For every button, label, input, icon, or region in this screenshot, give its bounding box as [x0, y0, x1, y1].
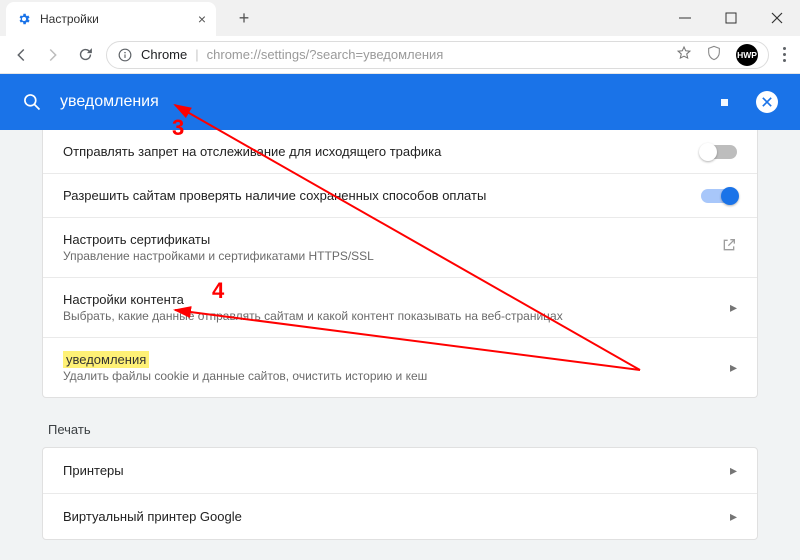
settings-search-bar: [0, 74, 800, 130]
site-label: Chrome: [141, 47, 187, 62]
toggle-off[interactable]: [701, 145, 737, 159]
back-button[interactable]: [10, 44, 32, 66]
window-titlebar: Настройки × +: [0, 0, 800, 36]
site-info-icon[interactable]: [117, 47, 133, 63]
forward-button[interactable]: [42, 44, 64, 66]
row-content-settings[interactable]: Настройки контента Выбрать, какие данные…: [43, 277, 757, 337]
url-text: chrome://settings/?search=уведомления: [207, 47, 444, 62]
address-bar[interactable]: Chrome | chrome://settings/?search=уведо…: [106, 41, 769, 69]
row-cloud-print[interactable]: Виртуальный принтер Google ▸: [43, 493, 757, 539]
row-subtitle: Удалить файлы cookie и данные сайтов, оч…: [63, 369, 718, 383]
row-title: Разрешить сайтам проверять наличие сохра…: [63, 188, 701, 203]
chevron-right-icon: ▸: [730, 462, 737, 479]
row-do-not-track[interactable]: Отправлять запрет на отслеживание для ис…: [43, 130, 757, 173]
menu-button[interactable]: [779, 47, 790, 62]
star-icon[interactable]: [676, 45, 692, 64]
gear-icon: [16, 11, 32, 27]
chevron-right-icon: ▸: [730, 359, 737, 376]
row-title: Виртуальный принтер Google: [63, 509, 718, 524]
close-icon[interactable]: ×: [198, 11, 206, 27]
row-title: Отправлять запрет на отслеживание для ис…: [63, 144, 701, 159]
search-indicator-dot: [721, 99, 728, 106]
reload-button[interactable]: [74, 44, 96, 66]
browser-tab[interactable]: Настройки ×: [6, 2, 216, 36]
tab-title: Настройки: [40, 12, 99, 26]
maximize-button[interactable]: [708, 0, 754, 36]
minimize-button[interactable]: [662, 0, 708, 36]
settings-card-print: Принтеры ▸ Виртуальный принтер Google ▸: [42, 447, 758, 540]
row-title: Настройки контента: [63, 292, 718, 307]
annotation-number-3: 3: [172, 115, 184, 141]
row-payment-check[interactable]: Разрешить сайтам проверять наличие сохра…: [43, 173, 757, 217]
section-header-print: Печать: [48, 422, 752, 437]
row-printers[interactable]: Принтеры ▸: [43, 448, 757, 493]
toolbar: Chrome | chrome://settings/?search=уведо…: [0, 36, 800, 74]
search-highlight: уведомления: [63, 351, 149, 368]
shield-icon[interactable]: [706, 45, 722, 64]
clear-search-button[interactable]: [756, 91, 778, 113]
chevron-right-icon: ▸: [730, 508, 737, 525]
external-link-icon: [721, 237, 737, 258]
profile-avatar[interactable]: HWP: [736, 44, 758, 66]
settings-card-privacy: Отправлять запрет на отслеживание для ис…: [42, 130, 758, 398]
settings-content: Отправлять запрет на отслеживание для ис…: [0, 130, 800, 560]
row-title: Настроить сертификаты: [63, 232, 721, 247]
close-window-button[interactable]: [754, 0, 800, 36]
row-title: Принтеры: [63, 463, 718, 478]
toggle-on[interactable]: [701, 189, 737, 203]
plus-icon: +: [239, 8, 250, 29]
annotation-number-4: 4: [212, 278, 224, 304]
row-title: уведомления: [63, 352, 718, 367]
row-clear-history[interactable]: уведомления Удалить файлы cookie и данны…: [43, 337, 757, 397]
search-icon: [22, 92, 42, 112]
row-subtitle: Управление настройками и сертификатами H…: [63, 249, 721, 263]
settings-search-input[interactable]: [60, 93, 703, 111]
window-controls: [662, 0, 800, 36]
row-subtitle: Выбрать, какие данные отправлять сайтам …: [63, 309, 718, 323]
chevron-right-icon: ▸: [730, 299, 737, 316]
row-certificates[interactable]: Настроить сертификаты Управление настрой…: [43, 217, 757, 277]
new-tab-button[interactable]: +: [230, 4, 258, 32]
